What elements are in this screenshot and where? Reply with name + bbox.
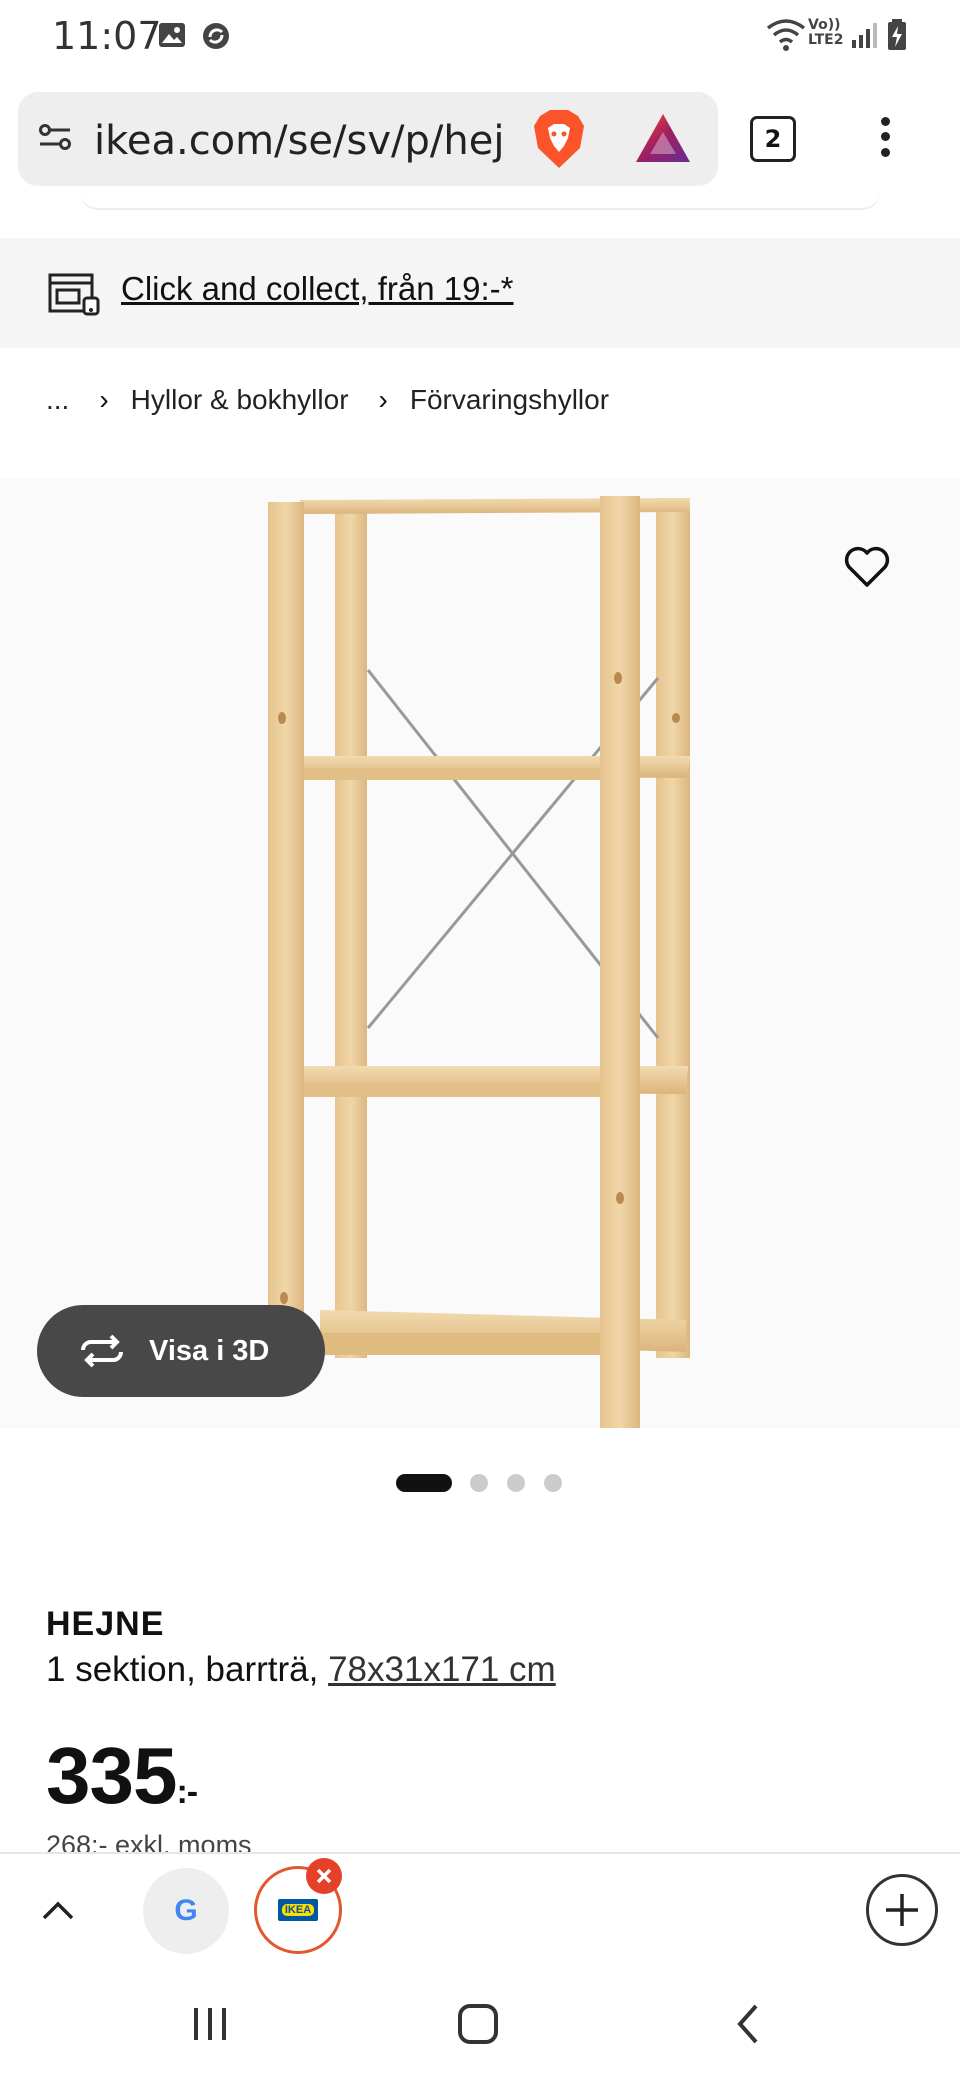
breadcrumb-item-storage-shelves[interactable]: Förvaringshyllor (410, 384, 609, 416)
network-type-label: Vo)) LTE2 (808, 17, 844, 48)
home-icon[interactable] (456, 2002, 500, 2046)
close-tab-icon[interactable] (306, 1858, 342, 1894)
signal-icon (852, 23, 877, 48)
product-price: 335:- (46, 1730, 198, 1822)
site-settings-icon[interactable] (38, 122, 72, 152)
plus-icon (886, 1894, 918, 1926)
new-tab-button[interactable] (866, 1874, 938, 1946)
product-size-link[interactable]: 78x31x171 cm (328, 1650, 556, 1689)
recent-apps-icon[interactable] (190, 2004, 230, 2044)
ikea-logo-icon: IKEA (278, 1899, 318, 1921)
google-tab[interactable]: G (143, 1868, 229, 1954)
back-icon[interactable] (730, 2002, 766, 2046)
status-time: 11:07 (52, 14, 162, 58)
carousel-dot-1[interactable] (396, 1474, 452, 1492)
shelf-image (268, 496, 690, 1430)
breadcrumb-item-shelves[interactable]: Hyllor & bokhyllor (131, 384, 349, 416)
tab-count-button[interactable]: 2 (750, 116, 796, 162)
chevron-right-icon: › (378, 384, 388, 415)
brave-rewards-icon[interactable] (634, 112, 692, 164)
breadcrumb: ... › Hyllor & bokhyllor › Förvaringshyl… (46, 380, 609, 420)
breadcrumb-ellipsis[interactable]: ... (46, 384, 69, 416)
view-in-3d-label: Visa i 3D (149, 1334, 270, 1367)
battery-charging-icon (888, 19, 906, 50)
click-collect-link[interactable]: Click and collect, från 19:-* (121, 270, 514, 308)
wifi-icon (766, 19, 806, 51)
price-value: 335 (46, 1731, 177, 1820)
brave-shields-icon[interactable] (530, 108, 588, 170)
heart-icon[interactable] (843, 545, 891, 589)
rotate-3d-icon (81, 1334, 123, 1368)
carousel-dot-4[interactable] (544, 1474, 562, 1492)
gallery-icon (159, 23, 185, 47)
product-name: HEJNE (46, 1605, 165, 1643)
carousel-dot-2[interactable] (470, 1474, 488, 1492)
close-icon (316, 1868, 332, 1884)
chevron-up-icon[interactable] (38, 1890, 78, 1930)
view-in-3d-button[interactable]: Visa i 3D (37, 1305, 325, 1397)
header-divider (80, 192, 880, 210)
menu-icon[interactable] (870, 112, 900, 162)
ikea-logo-text: IKEA (281, 1904, 315, 1916)
price-suffix: :- (176, 1773, 198, 1811)
google-logo-icon: G (174, 1894, 198, 1927)
store-pickup-icon (48, 273, 100, 316)
product-description: 1 sektion, barrträ, 78x31x171 cm (46, 1650, 556, 1690)
chevron-right-icon: › (99, 384, 109, 415)
carousel-dot-3[interactable] (507, 1474, 525, 1492)
product-description-text: 1 sektion, barrträ, (46, 1650, 329, 1689)
sync-icon (203, 23, 229, 49)
product-image-gallery[interactable] (0, 478, 960, 1430)
url-text[interactable]: ikea.com/se/sv/p/hejne (94, 118, 508, 164)
